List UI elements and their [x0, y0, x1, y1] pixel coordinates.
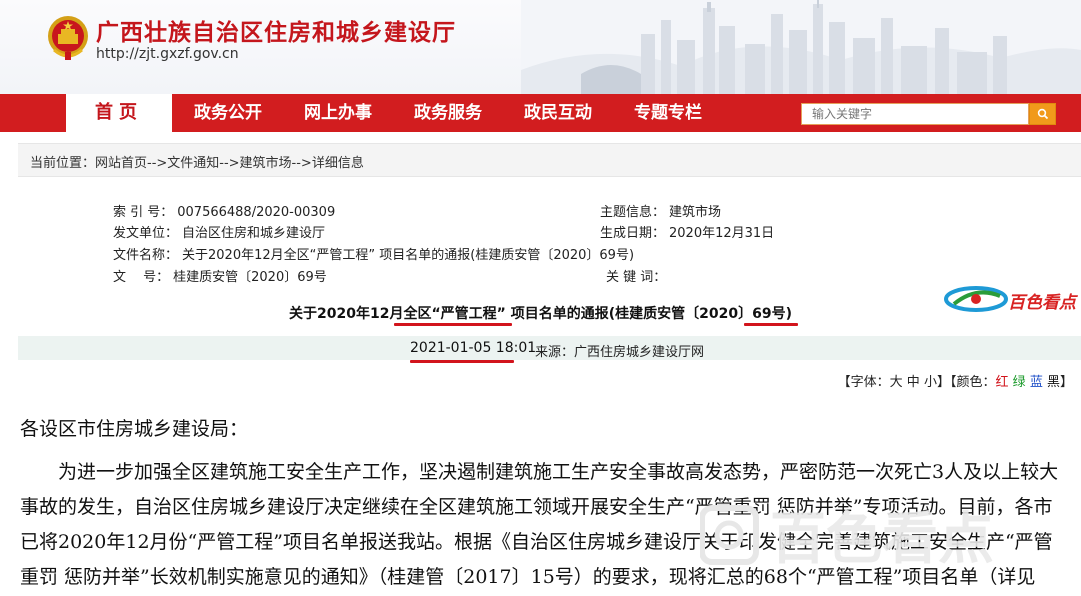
document-title: 关于2020年12月全区“严管工程” 项目名单的通报(桂建质安管〔2020〕69… — [289, 306, 792, 322]
letter-greeting: 各设区市住房城乡建设局： — [20, 418, 249, 440]
city-skyline-image — [521, 0, 1081, 94]
national-emblem-icon — [48, 16, 88, 60]
site-title: 广西壮族自治区住房和城乡建设厅 — [96, 20, 456, 46]
meta-topic-label: 主题信息： — [600, 205, 666, 220]
nav-home[interactable]: 首页 — [66, 94, 172, 132]
site-url: http://zjt.gxzf.gov.cn — [96, 46, 239, 62]
meta-filename-value: 关于2020年12月全区“严管工程” 项目名单的通报(桂建质安管〔2020〕69… — [182, 248, 635, 263]
site-banner: 广西壮族自治区住房和城乡建设厅 http://zjt.gxzf.gov.cn — [0, 0, 1081, 94]
nav-government-affairs[interactable]: 政务公开 — [174, 94, 282, 132]
publish-time: 2021-01-05 18:01 — [410, 340, 537, 356]
meta-docno-label: 文 号： — [113, 270, 170, 285]
meta-docno-row: 文 号： 桂建质安管〔2020〕69号 — [113, 266, 327, 285]
meta-keywords-label: 关 键 词： — [606, 270, 667, 285]
search-icon — [1037, 108, 1048, 120]
color-red[interactable]: 红 — [996, 375, 1009, 390]
meta-docno-value: 桂建质安管〔2020〕69号 — [173, 270, 327, 285]
font-size-small[interactable]: 小 — [924, 375, 937, 390]
meta-gendate-value: 2020年12月31日 — [669, 226, 775, 241]
meta-gendate-label: 生成日期： — [600, 226, 666, 241]
color-suffix: 】 — [1059, 375, 1073, 390]
reading-tools: 【字体：大 中 小】【颜色：红 绿 蓝 黑】 — [838, 371, 1073, 390]
font-size-suffix: 】 — [936, 375, 950, 390]
meta-gendate-row: 生成日期： 2020年12月31日 — [600, 222, 774, 241]
date-underline-mark — [410, 360, 514, 363]
meta-issuer-row: 发文单位： 自治区住房和城乡建设厅 — [113, 222, 325, 241]
meta-keywords-row: 关 键 词： — [606, 266, 666, 285]
nav-government-services[interactable]: 政务服务 — [394, 94, 502, 132]
docno-underline-mark — [744, 323, 798, 326]
color-black[interactable]: 黑 — [1047, 375, 1060, 390]
meta-topic-row: 主题信息： 建筑市场 — [600, 201, 721, 220]
breadcrumb: 当前位置：网站首页-->文件通知-->建筑市场-->详细信息 — [18, 143, 1081, 177]
meta-issuer-label: 发文单位： — [113, 226, 179, 241]
color-prefix: 【颜色： — [949, 375, 996, 390]
color-blue[interactable]: 蓝 — [1030, 375, 1043, 390]
meta-filename-row: 文件名称： 关于2020年12月全区“严管工程” 项目名单的通报(桂建质安管〔20… — [113, 244, 634, 263]
font-size-large[interactable]: 大 — [890, 375, 903, 390]
meta-topic-value: 建筑市场 — [669, 205, 722, 220]
nav-online-services[interactable]: 网上办事 — [284, 94, 392, 132]
meta-index-value: 007566488/2020-00309 — [177, 205, 336, 220]
title-underline-mark — [394, 323, 512, 326]
search-button[interactable] — [1029, 103, 1056, 125]
nav-special-topics[interactable]: 专题专栏 — [614, 94, 722, 132]
nav-public-interaction[interactable]: 政民互动 — [504, 94, 612, 132]
font-size-prefix: 【字体： — [837, 375, 890, 390]
meta-index-row: 索 引 号： 007566488/2020-00309 — [113, 201, 335, 220]
meta-filename-label: 文件名称： — [113, 248, 179, 263]
search-input[interactable]: 输入关键字 — [801, 103, 1029, 125]
breadcrumb-text[interactable]: 当前位置：网站首页-->文件通知-->建筑市场-->详细信息 — [30, 152, 364, 171]
font-size-medium[interactable]: 中 — [907, 375, 920, 390]
color-green[interactable]: 绿 — [1013, 375, 1026, 390]
meta-index-label: 索 引 号： — [113, 205, 174, 220]
document-source: 来源：广西住房城乡建设厅网 — [535, 345, 705, 360]
meta-issuer-value: 自治区住房和城乡建设厅 — [182, 226, 326, 241]
body-paragraph: 为进一步加强全区建筑施工安全生产工作，坚决遏制建筑施工生产安全事故高发态势，严密… — [20, 461, 1059, 588]
